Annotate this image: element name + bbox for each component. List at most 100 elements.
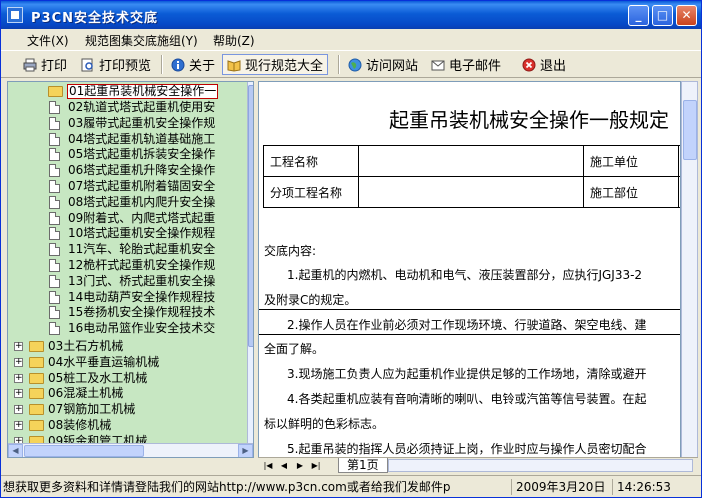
- scroll-right-arrow[interactable]: ▶: [238, 444, 253, 457]
- tree-group-label: 06混凝土机械: [48, 386, 124, 401]
- book-icon: [227, 59, 241, 72]
- tree-item-label: 05塔式起重机拆装安全操作: [68, 147, 216, 162]
- toolbar-separator: [161, 55, 163, 74]
- expand-icon[interactable]: +: [14, 389, 23, 399]
- folder-icon: [29, 372, 44, 384]
- close-button[interactable]: ✕: [676, 5, 697, 26]
- next-page-button[interactable]: ▶: [294, 459, 306, 472]
- menu-bar: 文件(X) 规范图集交底施组(Y) 帮助(Z): [1, 29, 701, 49]
- menu-file[interactable]: 文件(X): [27, 32, 69, 49]
- tree-scroll-thumb[interactable]: [248, 85, 253, 347]
- about-button[interactable]: 关于: [167, 54, 219, 75]
- status-date: 2009年3月20日: [511, 479, 605, 495]
- expand-icon[interactable]: +: [14, 357, 23, 367]
- tree-item-label: 08塔式起重机内爬升安全操: [68, 194, 216, 209]
- status-bar: 想获取更多资料和详情请登陆我们的网站http://www.p3cn.com或者给…: [1, 475, 701, 497]
- app-icon: [7, 7, 23, 23]
- exit-button[interactable]: 退出: [518, 54, 570, 75]
- document-icon: [49, 148, 60, 162]
- document-icon: [49, 164, 60, 178]
- visit-site-button[interactable]: 访问网站: [344, 54, 422, 75]
- folder-icon: [29, 388, 44, 400]
- printer-icon: [23, 58, 37, 71]
- document-icon: [49, 290, 60, 304]
- document-icon: [49, 259, 60, 272]
- tree-item-label: 07塔式起重机附着锚固安全: [68, 179, 216, 193]
- expand-icon[interactable]: +: [14, 342, 23, 351]
- menu-help[interactable]: 帮助(Z): [213, 32, 255, 49]
- tree-item-label: 09附着式、内爬式塔式起重: [68, 210, 216, 225]
- visit-site-label: 访问网站: [366, 59, 419, 74]
- minimize-button[interactable]: _: [628, 5, 649, 26]
- maximize-button[interactable]: □: [652, 5, 673, 26]
- project-name-value[interactable]: [358, 145, 584, 177]
- scroll-left-arrow[interactable]: ◀: [8, 444, 23, 457]
- info-icon: [171, 58, 185, 71]
- tree-item-label: 11汽车、轮胎式起重机安全: [68, 242, 216, 257]
- expand-icon[interactable]: +: [14, 405, 23, 415]
- document-scroll-thumb[interactable]: [683, 100, 697, 160]
- tree-group-label: 05桩工及水工机械: [48, 370, 148, 385]
- paragraph: 5.起重吊装的指挥人员必须持证上岗，作业时应与操作人员密切配合: [287, 442, 647, 456]
- expand-icon[interactable]: +: [14, 373, 23, 383]
- tree-item-label: 12桅杆式起重机安全操作规: [68, 258, 216, 272]
- paragraph: 全面了解。: [264, 342, 325, 356]
- sheet-bar: |◀ ◀ ▶ ▶| 第1页: [258, 457, 698, 473]
- globe-icon: [348, 58, 362, 71]
- document-icon: [49, 132, 60, 146]
- paragraph: 标以鲜明的色彩标志。: [264, 417, 385, 431]
- category-tree[interactable]: 01起重吊装机械安全操作一 02轨道式塔式起重机使用安 03履带式起重机安全操作规…: [7, 81, 254, 458]
- document-icon: [49, 195, 60, 209]
- sheet-horizontal-scrollbar[interactable]: [388, 459, 693, 472]
- status-time: 14:26:53: [612, 479, 671, 495]
- folder-icon: [29, 341, 44, 352]
- tree-item-label: 01起重吊装机械安全操作一: [67, 84, 219, 99]
- standards-button[interactable]: 现行规范大全: [222, 54, 329, 75]
- document-icon: [49, 116, 60, 130]
- project-info-table: 工程名称 施工单位 分项工程名称 施工部位: [263, 145, 680, 208]
- document-view[interactable]: 起重吊装机械安全操作一般规定 工程名称 施工单位 分项工程名称 施工部位 交底内…: [258, 81, 681, 458]
- document-icon: [49, 306, 60, 320]
- exit-icon: [522, 58, 536, 71]
- title-bar[interactable]: P3CN安全技术交底 _ □ ✕: [1, 1, 701, 29]
- tree-group-label: 03土石方机械: [48, 339, 124, 353]
- sub-project-label: 分项工程名称: [263, 176, 359, 208]
- email-icon: [431, 60, 445, 70]
- expand-icon[interactable]: +: [14, 421, 23, 430]
- document-icon: [49, 322, 60, 336]
- last-page-button[interactable]: ▶|: [310, 459, 322, 472]
- tree-item-label: 10塔式起重机安全操作规程: [68, 226, 216, 241]
- document-vertical-scrollbar[interactable]: [681, 81, 698, 458]
- sheet-tab[interactable]: 第1页: [338, 458, 388, 473]
- tree-item-label: 02轨道式塔式起重机使用安: [68, 100, 216, 114]
- document-icon: [49, 227, 60, 241]
- tree-group-label: 04水平垂直运输机械: [48, 354, 160, 369]
- first-page-button[interactable]: |◀: [262, 459, 274, 472]
- status-message: 想获取更多资料和详情请登陆我们的网站http://www.p3cn.com或者给…: [3, 480, 451, 494]
- paragraph: 3.现场施工负责人应为起重机作业提供足够的工作场地，清除或避开: [287, 367, 647, 381]
- toolbar-separator: [338, 55, 340, 74]
- divider: [259, 309, 680, 310]
- tree-vertical-scrollbar[interactable]: [247, 82, 253, 443]
- standards-label: 现行规范大全: [245, 59, 324, 74]
- tree-item-label: 13门式、桥式起重机安全操: [68, 273, 216, 288]
- paragraph: 及附录C的规定。: [264, 293, 357, 307]
- tree-item-label: 06塔式起重机升降安全操作: [68, 163, 216, 178]
- tree-hscroll-thumb[interactable]: [24, 445, 144, 457]
- tree-horizontal-scrollbar[interactable]: ◀ ▶: [8, 443, 253, 457]
- tree-group-label: 08装修机械: [48, 418, 112, 432]
- print-button[interactable]: 打印: [19, 54, 71, 75]
- tree-group-label: 07钢筋加工机械: [48, 402, 136, 417]
- dept-label: 施工部位: [583, 176, 679, 208]
- app-window: P3CN安全技术交底 _ □ ✕ 文件(X) 规范图集交底施组(Y) 帮助(Z)…: [0, 0, 702, 498]
- document-title: 起重吊装机械安全操作一般规定: [389, 108, 669, 132]
- print-preview-icon: [81, 58, 93, 71]
- document-icon: [49, 180, 60, 193]
- document-icon: [49, 243, 60, 257]
- prev-page-button[interactable]: ◀: [278, 459, 290, 472]
- sub-project-value[interactable]: [358, 176, 584, 208]
- document-icon: [49, 274, 60, 288]
- email-button[interactable]: 电子邮件: [427, 54, 505, 75]
- print-preview-button[interactable]: 打印预览: [77, 54, 155, 75]
- menu-norms[interactable]: 规范图集交底施组(Y): [85, 32, 198, 49]
